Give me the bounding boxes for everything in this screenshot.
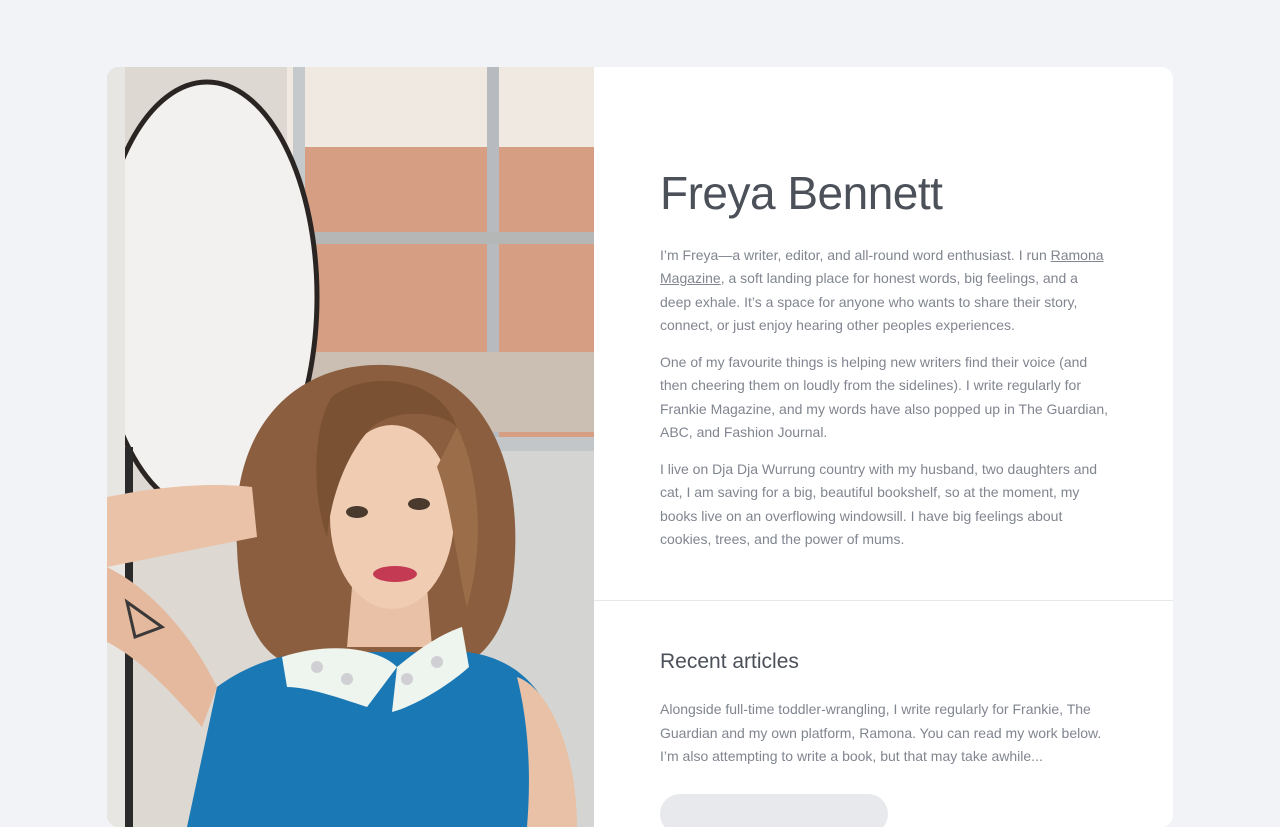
- recent-articles-button[interactable]: [660, 794, 888, 827]
- bio-text: , a soft landing place for honest words,…: [660, 270, 1078, 334]
- intro-section: Freya Bennett I’m Freya—a writer, editor…: [660, 167, 1110, 565]
- bio-paragraph-1: I’m Freya—a writer, editor, and all-roun…: [660, 244, 1110, 338]
- bio-paragraph-3: I live on Dja Dja Wurrung country with m…: [660, 460, 1098, 548]
- author-bio: I’m Freya—a writer, editor, and all-roun…: [660, 244, 1110, 552]
- recent-articles-section: Recent articles Alongside full-time todd…: [660, 649, 1110, 827]
- profile-content: Freya Bennett I’m Freya—a writer, editor…: [594, 67, 1173, 827]
- author-name: Freya Bennett: [660, 167, 943, 219]
- profile-card: Freya Bennett I’m Freya—a writer, editor…: [107, 67, 1173, 827]
- profile-photo: [107, 67, 594, 827]
- section-divider: [594, 600, 1173, 601]
- recent-articles-heading: Recent articles: [660, 650, 799, 673]
- bio-text: I’m Freya—a writer, editor, and all-roun…: [660, 246, 1051, 263]
- bio-paragraph-2: One of my favourite things is helping ne…: [660, 353, 1109, 441]
- recent-articles-description: Alongside full-time toddler-wrangling, I…: [660, 701, 1102, 765]
